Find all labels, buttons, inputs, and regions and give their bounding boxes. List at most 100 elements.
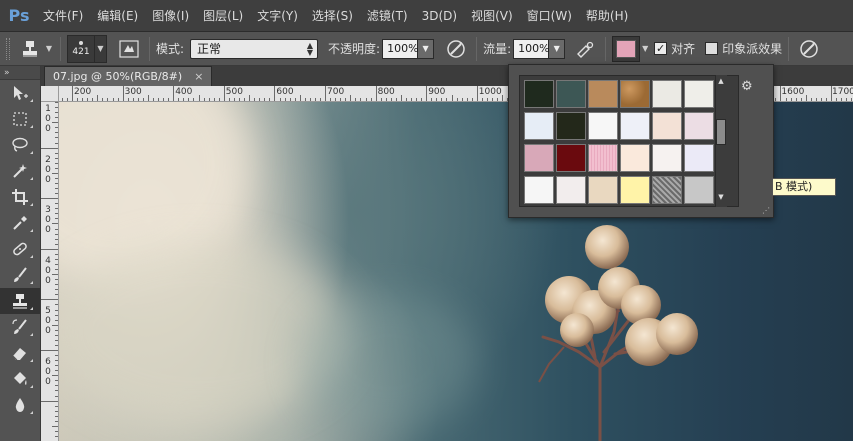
pattern-swatch[interactable] bbox=[620, 112, 650, 140]
ruler-tick bbox=[55, 188, 58, 189]
vertical-ruler[interactable]: 100200300400500600 bbox=[41, 102, 59, 441]
ruler-tick bbox=[52, 274, 58, 275]
pattern-swatch[interactable] bbox=[684, 80, 714, 108]
menu-view[interactable]: 视图(V) bbox=[464, 0, 520, 32]
magic-wand-tool-icon[interactable] bbox=[0, 158, 40, 184]
pressure-size-icon[interactable] bbox=[795, 36, 823, 62]
ruler-tick bbox=[55, 304, 58, 306]
pattern-swatch[interactable] bbox=[556, 112, 586, 140]
crop-tool-icon[interactable] bbox=[0, 184, 40, 210]
history-brush-tool-icon[interactable] bbox=[0, 314, 40, 340]
menu-file[interactable]: 文件(F) bbox=[36, 0, 90, 32]
menu-edit[interactable]: 编辑(E) bbox=[90, 0, 145, 32]
flow-slider-dropdown[interactable]: ▼ bbox=[549, 38, 566, 59]
blend-mode-select[interactable]: 正常 ▲ ▼ bbox=[190, 38, 319, 59]
pattern-swatch[interactable] bbox=[524, 176, 554, 204]
pattern-swatch[interactable] bbox=[524, 144, 554, 172]
menu-filter[interactable]: 滤镜(T) bbox=[360, 0, 415, 32]
pattern-swatch[interactable] bbox=[652, 112, 682, 140]
pattern-swatch[interactable] bbox=[524, 80, 554, 108]
pattern-scrollbar-thumb[interactable] bbox=[716, 119, 726, 145]
blur-tool-icon[interactable] bbox=[0, 392, 40, 418]
menu-image[interactable]: 图像(I) bbox=[145, 0, 196, 32]
options-grip[interactable] bbox=[6, 37, 10, 60]
pressure-opacity-icon[interactable] bbox=[442, 36, 470, 62]
pattern-settings-gear-icon[interactable]: ⚙ bbox=[741, 79, 753, 94]
pattern-swatch[interactable] bbox=[556, 80, 586, 108]
menu-layer[interactable]: 图层(L) bbox=[196, 0, 250, 32]
close-tab-icon[interactable]: × bbox=[194, 70, 203, 83]
ruler-origin[interactable] bbox=[41, 86, 59, 102]
brush-tool-icon[interactable] bbox=[0, 262, 40, 288]
opacity-slider-dropdown[interactable]: ▼ bbox=[418, 38, 435, 59]
pattern-swatch[interactable] bbox=[652, 144, 682, 172]
brush-panel-toggle-icon[interactable] bbox=[115, 36, 143, 62]
paint-bucket-tool-icon[interactable] bbox=[0, 366, 40, 392]
scroll-up-icon[interactable]: ▲ bbox=[716, 77, 726, 87]
marquee-tool-icon[interactable] bbox=[0, 106, 40, 132]
pattern-picker-swatch[interactable] bbox=[612, 35, 641, 62]
flow-input[interactable]: 100% bbox=[513, 38, 550, 59]
pattern-swatch[interactable] bbox=[620, 80, 650, 108]
scroll-down-icon[interactable]: ▼ bbox=[716, 193, 726, 203]
airbrush-icon[interactable] bbox=[571, 36, 599, 62]
menu-window[interactable]: 窗口(W) bbox=[520, 0, 579, 32]
pattern-swatch[interactable] bbox=[684, 176, 714, 204]
ruler-tick bbox=[228, 98, 230, 101]
ruler-label: 0 bbox=[45, 215, 51, 226]
ruler-tick bbox=[52, 324, 58, 326]
pattern-swatch[interactable] bbox=[652, 176, 682, 204]
pattern-swatch[interactable] bbox=[588, 176, 618, 204]
ruler-tick bbox=[41, 198, 58, 200]
menu-help[interactable]: 帮助(H) bbox=[579, 0, 635, 32]
opacity-input[interactable]: 100% bbox=[382, 38, 419, 59]
ruler-tick bbox=[55, 294, 58, 296]
eraser-tool-icon[interactable] bbox=[0, 340, 40, 366]
pattern-dropdown-arrow[interactable]: ▼ bbox=[640, 37, 650, 61]
ruler-tick bbox=[456, 98, 458, 101]
ruler-tick bbox=[55, 344, 58, 346]
brush-preset-picker[interactable]: 421 bbox=[67, 34, 95, 63]
pattern-stamp-tool-icon[interactable] bbox=[16, 36, 44, 62]
ruler-tick bbox=[851, 98, 853, 101]
ruler-tick bbox=[87, 98, 89, 101]
pattern-swatch[interactable] bbox=[620, 144, 650, 172]
lasso-tool-icon[interactable] bbox=[0, 132, 40, 158]
resize-grip-icon[interactable]: ⋰ bbox=[762, 206, 770, 215]
menu-type[interactable]: 文字(Y) bbox=[250, 0, 305, 32]
aligned-checkbox[interactable]: ✓ bbox=[654, 42, 668, 55]
ruler-tick bbox=[441, 98, 443, 101]
ruler-tick bbox=[259, 98, 261, 101]
impressionist-checkbox[interactable] bbox=[705, 42, 719, 55]
ruler-tick bbox=[426, 86, 428, 101]
pattern-swatch[interactable] bbox=[556, 176, 586, 204]
menu-3d[interactable]: 3D(D) bbox=[415, 0, 464, 32]
ruler-tick bbox=[406, 98, 407, 101]
pattern-swatch[interactable] bbox=[588, 112, 618, 140]
pattern-swatch[interactable] bbox=[620, 176, 650, 204]
pattern-swatch[interactable] bbox=[588, 80, 618, 108]
pattern-swatch[interactable] bbox=[556, 144, 586, 172]
brush-dropdown-arrow[interactable]: ▼ bbox=[95, 34, 107, 63]
ruler-tick bbox=[244, 98, 245, 101]
pattern-swatch[interactable] bbox=[524, 112, 554, 140]
stamp-tool-icon[interactable] bbox=[0, 288, 40, 314]
pattern-swatch[interactable] bbox=[652, 80, 682, 108]
ruler-label: 800 bbox=[377, 87, 395, 97]
ruler-tick bbox=[55, 142, 58, 144]
document-tab[interactable]: 07.jpg @ 50%(RGB/8#) × bbox=[44, 66, 213, 86]
pattern-picker-popup: ▲ ▼ ⚙ ⋰ bbox=[508, 64, 774, 218]
eyedropper-tool-icon[interactable] bbox=[0, 210, 40, 236]
healing-brush-tool-icon[interactable] bbox=[0, 236, 40, 262]
ruler-label: 4 bbox=[45, 255, 51, 266]
menu-select[interactable]: 选择(S) bbox=[305, 0, 360, 32]
photoshop-logo: Ps bbox=[8, 6, 30, 25]
pattern-swatch[interactable] bbox=[684, 144, 714, 172]
pattern-swatch[interactable] bbox=[588, 144, 618, 172]
ruler-tick bbox=[55, 152, 58, 154]
tool-preset-dropdown[interactable]: ▼ bbox=[44, 37, 54, 61]
separator bbox=[476, 36, 478, 61]
move-tool-icon[interactable] bbox=[0, 80, 40, 106]
tools-collapse-toggle[interactable]: » bbox=[0, 66, 40, 80]
pattern-swatch[interactable] bbox=[684, 112, 714, 140]
